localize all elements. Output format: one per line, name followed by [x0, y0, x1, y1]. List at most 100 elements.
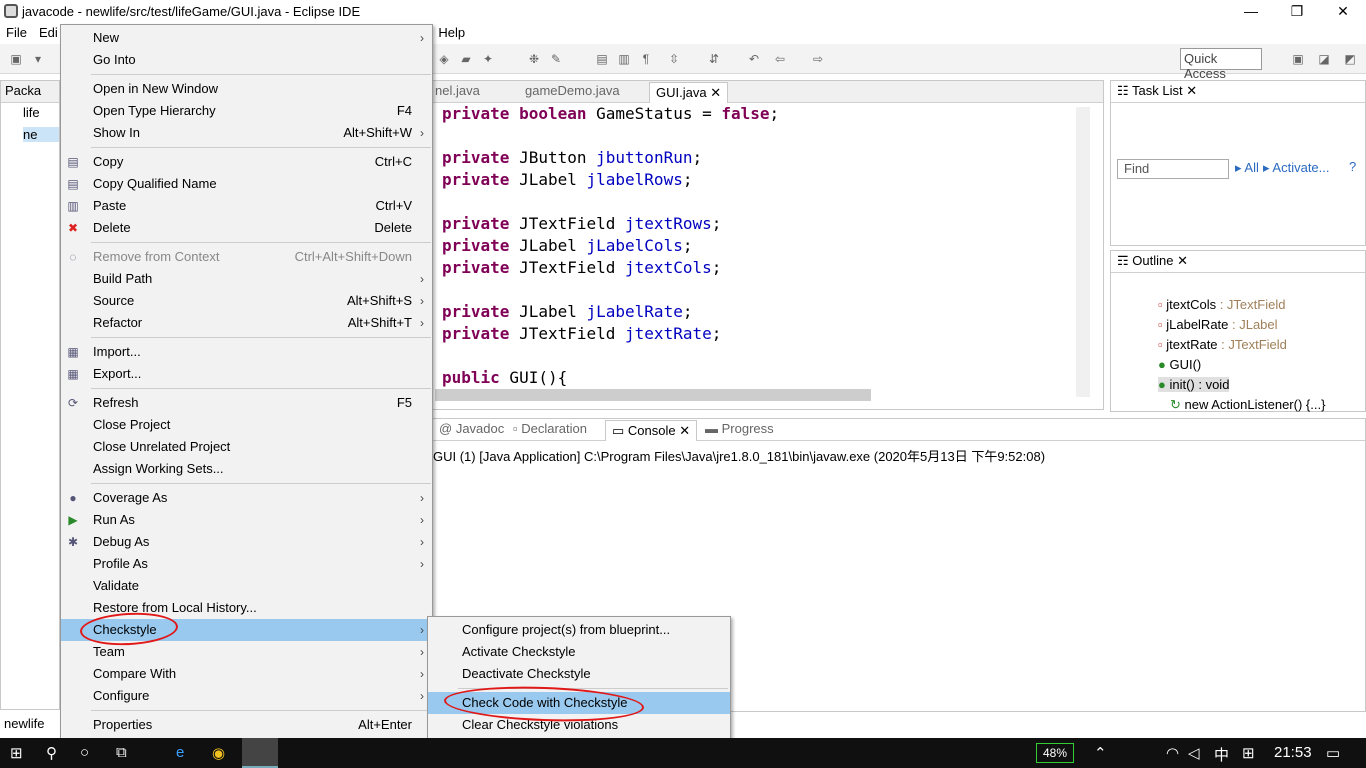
save-icon[interactable]: ▾ — [30, 52, 46, 66]
new-icon[interactable]: ▣ — [8, 52, 24, 66]
menu-item-show-in[interactable]: Show In Alt+Shift+W › — [61, 122, 432, 144]
menu-item-properties[interactable]: Properties Alt+Enter — [61, 714, 432, 736]
tree-item-newlife[interactable]: ne — [23, 127, 59, 142]
quick-access-field[interactable]: Quick Access — [1180, 48, 1262, 81]
editor-hscrollbar[interactable] — [435, 389, 871, 401]
last-edit-icon[interactable]: ↶ — [746, 52, 762, 66]
menu-item-coverage-as[interactable]: ● Coverage As › — [61, 487, 432, 509]
outline-row[interactable]: ● init() : void — [1158, 377, 1230, 392]
close-window-button[interactable]: ✕ — [1320, 0, 1366, 22]
submenu-item-configure-project-s-from-blueprint[interactable]: Configure project(s) from blueprint... — [428, 619, 730, 641]
wifi-icon[interactable]: ◠ — [1166, 744, 1179, 762]
code-line[interactable]: private boolean GameStatus = false; — [442, 104, 779, 123]
open-icon[interactable]: ▰ — [458, 52, 474, 66]
java-perspective-icon[interactable]: ◪ — [1316, 52, 1332, 66]
new-class-icon[interactable]: ◈ — [436, 52, 452, 66]
tab-nel-java[interactable]: nel.java — [435, 83, 480, 98]
submenu-item-deactivate-checkstyle[interactable]: Deactivate Checkstyle — [428, 663, 730, 685]
outline-row[interactable]: ▫ jLabelRate : JLabel — [1158, 317, 1278, 332]
code-line[interactable]: public GUI(){ — [442, 368, 567, 387]
prev-annotation-icon[interactable]: ⇵ — [706, 52, 722, 66]
tab-console[interactable]: ▭ Console ✕ — [605, 420, 698, 441]
menu-item-new[interactable]: New › — [61, 27, 432, 49]
doc-icon[interactable]: ▥ — [616, 52, 632, 66]
tab-javadoc[interactable]: @ Javadoc — [439, 421, 504, 436]
code-line[interactable]: private JTextField jtextRows; — [442, 214, 721, 233]
menu-item-delete[interactable]: ✖ Delete Delete — [61, 217, 432, 239]
menu-item-refactor[interactable]: Refactor Alt+Shift+T › — [61, 312, 432, 334]
toggle-icon[interactable]: ❉ — [526, 52, 542, 66]
tab-gui-java[interactable]: GUI.java ✕ — [649, 82, 729, 103]
ime-indicator[interactable]: 中 — [1214, 744, 1229, 765]
submenu-item-activate-checkstyle[interactable]: Activate Checkstyle — [428, 641, 730, 663]
code-line[interactable]: private JTextField jtextRate; — [442, 324, 721, 343]
minimize-button[interactable]: — — [1228, 0, 1274, 22]
forward-icon[interactable]: ⇨ — [810, 52, 826, 66]
outline-row[interactable]: ● GUI() — [1158, 357, 1201, 372]
menu-item-import[interactable]: ▦ Import... — [61, 341, 432, 363]
code-line[interactable]: private JLabel jLabelRate; — [442, 302, 692, 321]
clock[interactable]: 21:53 — [1274, 744, 1312, 761]
menu-item-close-unrelated-project[interactable]: Close Unrelated Project — [61, 436, 432, 458]
edge-icon[interactable]: e — [176, 744, 184, 761]
menu-item-refresh[interactable]: ⟳ Refresh F5 — [61, 392, 432, 414]
outline-row[interactable]: ↻ new ActionListener() {...} — [1170, 397, 1325, 413]
editor-vscrollbar[interactable] — [1076, 107, 1090, 397]
menu-item-validate[interactable]: Validate — [61, 575, 432, 597]
menu-help[interactable]: Help — [432, 25, 471, 40]
menu-item-copy[interactable]: ▤ Copy Ctrl+C — [61, 151, 432, 173]
menu-item-profile-as[interactable]: Profile As › — [61, 553, 432, 575]
block-icon[interactable]: ▤ — [594, 52, 610, 66]
menu-item-assign-working-sets[interactable]: Assign Working Sets... — [61, 458, 432, 480]
menu-item-open-type-hierarchy[interactable]: Open Type Hierarchy F4 — [61, 100, 432, 122]
task-find-field[interactable]: Find — [1117, 159, 1229, 179]
menu-item-run-as[interactable]: ▶ Run As › — [61, 509, 432, 531]
eclipse-taskbar-icon[interactable] — [242, 738, 278, 768]
search-icon[interactable]: ⚲ — [46, 744, 57, 762]
menu-item-source[interactable]: Source Alt+Shift+S › — [61, 290, 432, 312]
chrome-icon[interactable]: ◉ — [212, 744, 225, 762]
task-view-icon[interactable]: ⧉ — [116, 744, 127, 761]
maximize-button[interactable]: ❐ — [1274, 0, 1320, 22]
menu-item-build-path[interactable]: Build Path › — [61, 268, 432, 290]
menu-item-close-project[interactable]: Close Project — [61, 414, 432, 436]
tab-gamedemo-java[interactable]: gameDemo.java — [525, 83, 620, 98]
menu-item-remove-from-context[interactable]: ◌ Remove from Context Ctrl+Alt+Shift+Down — [61, 246, 432, 268]
annotation-nav-icon[interactable]: ⇳ — [666, 52, 682, 66]
tab-task-list[interactable]: ☷ Task List ✕ — [1117, 83, 1197, 99]
windows-start-icon[interactable]: ⊞ — [10, 744, 23, 762]
tab-declaration[interactable]: ▫ Declaration — [513, 421, 587, 436]
code-line[interactable]: private JButton jbuttonRun; — [442, 148, 702, 167]
menu-item-go-into[interactable]: Go Into — [61, 49, 432, 71]
code-line[interactable]: private JLabel jlabelRows; — [442, 170, 692, 189]
ime-keyboard-icon[interactable]: ⊞ — [1242, 744, 1255, 762]
debug-perspective-icon[interactable]: ◩ — [1342, 52, 1358, 66]
outline-row[interactable]: ▫ jtextRate : JTextField — [1158, 337, 1287, 352]
pen-icon[interactable]: ✎ — [548, 52, 564, 66]
code-line[interactable]: private JTextField jtextCols; — [442, 258, 721, 277]
tab-package-explorer[interactable]: Packa — [5, 83, 41, 98]
code-line[interactable]: private JLabel jLabelCols; — [442, 236, 692, 255]
cortana-icon[interactable]: ○ — [80, 744, 89, 761]
tab-outline[interactable]: ☶ Outline ✕ — [1117, 253, 1188, 269]
tray-chevron-icon[interactable]: ⌃ — [1094, 744, 1107, 762]
menu-item-export[interactable]: ▦ Export... — [61, 363, 432, 385]
menu-item-copy-qualified-name[interactable]: ▤ Copy Qualified Name — [61, 173, 432, 195]
menu-item-paste[interactable]: ▥ Paste Ctrl+V — [61, 195, 432, 217]
menu-item-debug-as[interactable]: ✱ Debug As › — [61, 531, 432, 553]
filter-all-link[interactable]: ▸ All — [1235, 160, 1259, 176]
menu-item-compare-with[interactable]: Compare With › — [61, 663, 432, 685]
back-icon[interactable]: ⇦ — [772, 52, 788, 66]
pilcrow-icon[interactable]: ¶ — [638, 52, 654, 66]
tree-item-life[interactable]: life — [23, 105, 40, 120]
help-icon[interactable]: ? — [1349, 159, 1356, 174]
tab-progress[interactable]: ▬ Progress — [705, 421, 774, 436]
outline-row[interactable]: ▫ jtextCols : JTextField — [1158, 297, 1285, 312]
menu-file[interactable]: File — [0, 25, 33, 40]
volume-icon[interactable]: ◁ — [1188, 744, 1200, 762]
menu-item-open-in-new-window[interactable]: Open in New Window — [61, 78, 432, 100]
open-perspective-icon[interactable]: ▣ — [1290, 52, 1306, 66]
activate-link[interactable]: ▸ Activate... — [1263, 160, 1330, 176]
notification-icon[interactable]: ▭ — [1326, 744, 1340, 762]
menu-item-configure[interactable]: Configure › — [61, 685, 432, 707]
